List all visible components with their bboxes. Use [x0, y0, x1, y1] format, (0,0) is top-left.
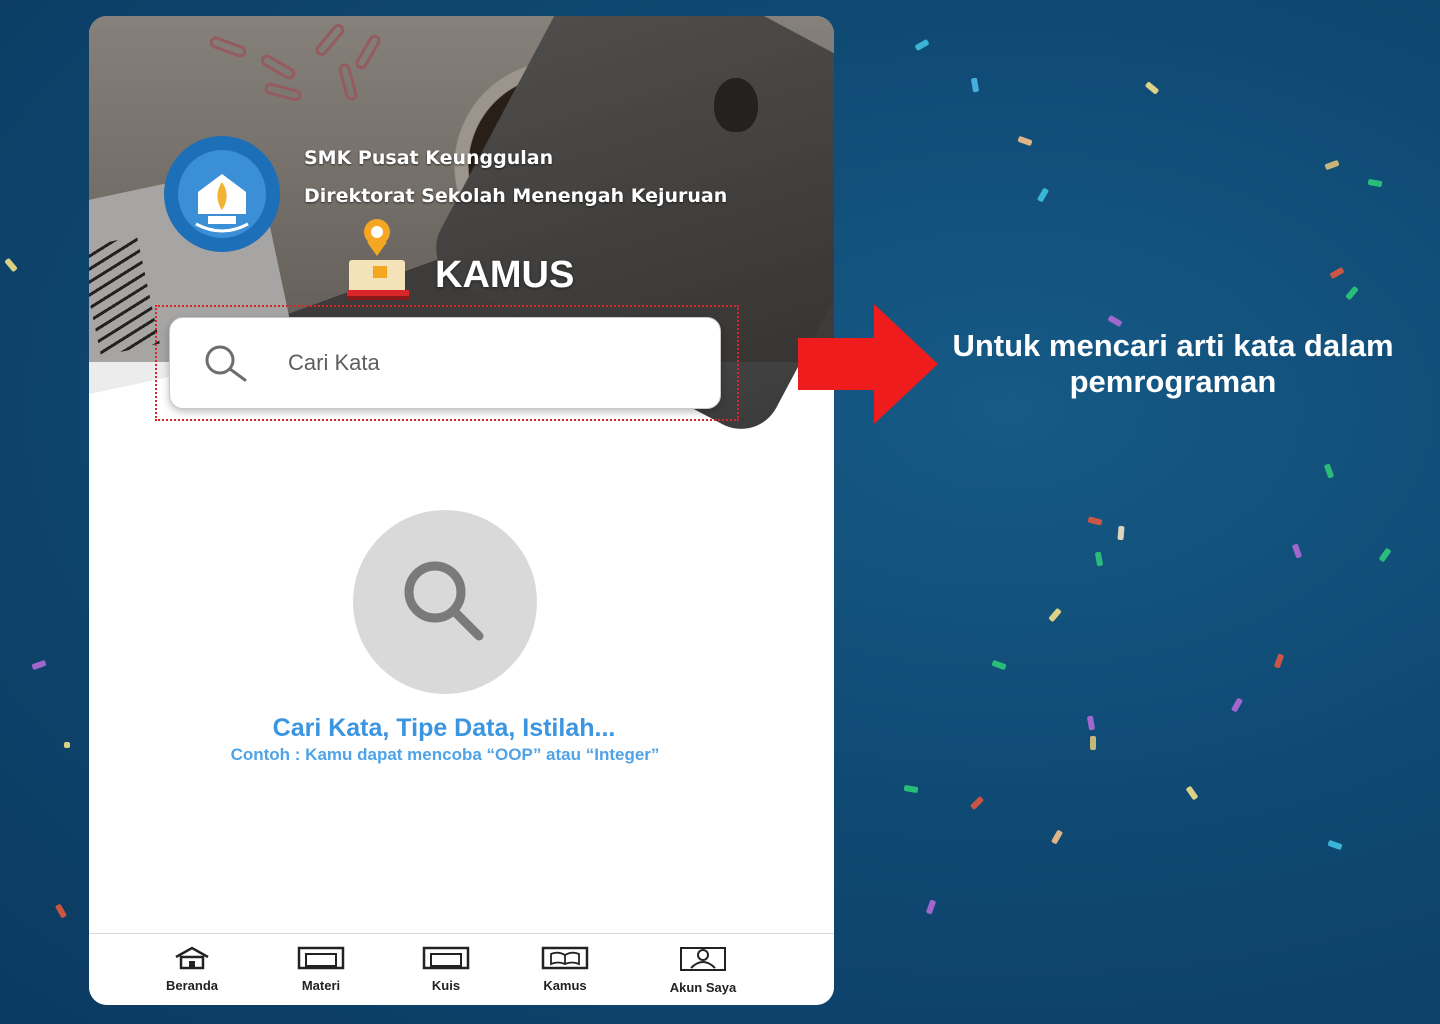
nav-item-beranda[interactable]: Beranda	[157, 934, 227, 1005]
search-input[interactable]	[288, 350, 668, 376]
home-icon	[175, 946, 209, 970]
book-icon	[541, 946, 589, 970]
org-line1: SMK Pusat Keunggulan	[304, 147, 554, 169]
empty-state-illustration	[353, 510, 537, 694]
bottom-navigation: Beranda Materi Kuis Kamus Akun Saya	[89, 933, 834, 1005]
empty-state-hint: Contoh : Kamu dapat mencoba “OOP” atau “…	[230, 745, 660, 764]
kemendikbud-logo	[162, 134, 282, 254]
nav-label: Akun Saya	[669, 980, 737, 995]
search-icon	[404, 561, 484, 641]
dictionary-icon	[343, 218, 413, 308]
search-box[interactable]	[169, 317, 721, 409]
arrow-right-icon	[798, 304, 938, 424]
nav-item-materi[interactable]: Materi	[286, 934, 356, 1005]
nav-item-akun-saya[interactable]: Akun Saya	[663, 934, 743, 1005]
materi-icon	[297, 946, 345, 970]
nav-label: Beranda	[165, 978, 219, 993]
search-icon	[200, 343, 252, 383]
user-icon	[680, 947, 726, 971]
empty-state-title: Cari Kata, Tipe Data, Istilah...	[272, 714, 616, 742]
kuis-icon	[422, 946, 470, 970]
annotation-text: Untuk mencari arti kata dalam pemrograma…	[952, 328, 1394, 399]
nav-label: Kamus	[543, 978, 587, 993]
nav-item-kuis[interactable]: Kuis	[411, 934, 481, 1005]
org-line2: Direktorat Sekolah Menengah Kejuruan	[304, 185, 728, 207]
nav-label: Materi	[301, 978, 341, 993]
page-title: KAMUS	[435, 254, 575, 296]
phone-screen: SMK Pusat Keunggulan Direktorat Sekolah …	[89, 16, 834, 1005]
nav-item-kamus[interactable]: Kamus	[530, 934, 600, 1005]
nav-label: Kuis	[431, 978, 461, 993]
